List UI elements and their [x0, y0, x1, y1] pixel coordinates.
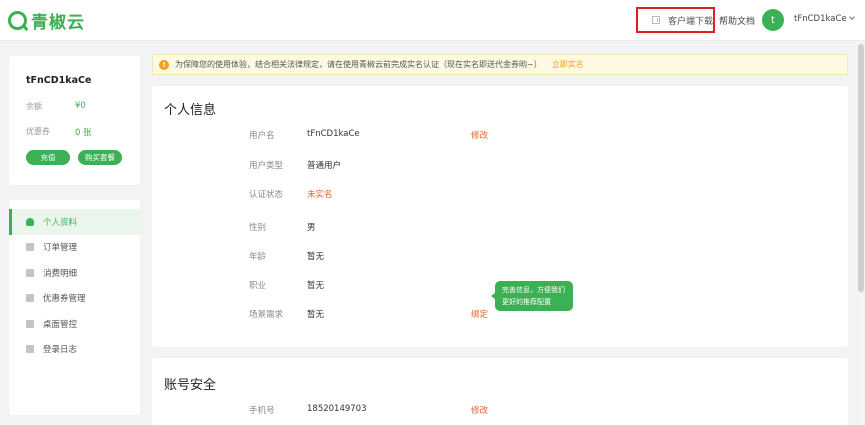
edit-username-link[interactable]: 修改	[471, 129, 488, 141]
card-title: 个人信息	[164, 103, 217, 118]
field-label-occupation: 职业	[249, 281, 267, 291]
field-label-phone: 手机号	[249, 406, 275, 416]
order-icon	[26, 243, 34, 252]
profile-card: tFnCD1kaCe 余额 ¥0 优惠券 0 张 充值 购买套餐	[9, 56, 140, 185]
sidebar-item-label: 消费明细	[43, 268, 78, 279]
bill-icon	[26, 268, 34, 277]
verify-now-link[interactable]: 立即实名	[552, 59, 584, 70]
desktop-icon	[26, 319, 34, 328]
recharge-button[interactable]: 充值	[26, 150, 70, 165]
sidebar-item-label: 优惠券管理	[43, 294, 86, 305]
personal-info-card: 个人信息 用户名 tFnCD1kaCe 修改 用户类型 普通用户 认证状态 未实…	[152, 86, 848, 347]
field-label-gender: 性别	[249, 223, 267, 233]
client-download-label: 客户端下载	[668, 16, 714, 27]
field-value-scenario: 暂无	[307, 310, 325, 320]
scrollbar[interactable]	[857, 41, 865, 425]
user-menu-name: tFnCD1kaCe	[794, 14, 847, 24]
field-label-scenario: 场景需求	[249, 310, 284, 320]
coupon-label: 优惠券	[26, 127, 50, 136]
field-label-username: 用户名	[249, 131, 275, 141]
field-label-user-type: 用户类型	[249, 161, 284, 171]
sidebar-item-desktop-control[interactable]: 桌面管控	[9, 311, 140, 337]
help-docs-link[interactable]: 帮助文档	[719, 14, 755, 27]
balance-label: 余额	[26, 102, 42, 111]
sidebar-item-billing[interactable]: 消费明细	[9, 260, 140, 286]
edit-phone-link[interactable]: 修改	[471, 404, 488, 416]
field-value-age: 暂无	[307, 252, 325, 262]
card-title: 账号安全	[164, 378, 217, 393]
logo[interactable]: 青椒云	[8, 8, 85, 33]
field-label-verify-status: 认证状态	[249, 190, 284, 200]
log-icon	[26, 345, 34, 354]
verification-notice: ! 为保障您的使用体验，结合相关法律规定，请在使用青椒云前完成实名认证（现在实名…	[152, 54, 848, 75]
field-value-username: tFnCD1kaCe	[307, 129, 360, 139]
download-icon	[652, 16, 660, 24]
sidebar-nav: 个人资料 订单管理 消费明细 优惠券管理 桌面管控 登录日志	[9, 200, 140, 415]
balance-value: ¥0	[75, 101, 86, 111]
profile-name: tFnCD1kaCe	[26, 75, 92, 86]
sidebar-item-label: 个人资料	[43, 217, 78, 228]
warning-icon: !	[159, 59, 169, 70]
sidebar-item-label: 桌面管控	[43, 319, 78, 330]
coupon-icon	[26, 294, 34, 303]
user-icon	[26, 217, 34, 226]
account-security-card: 账号安全 手机号 18520149703 修改	[152, 358, 848, 425]
user-menu[interactable]: tFnCD1kaCe	[794, 14, 855, 24]
field-value-user-type: 普通用户	[307, 161, 342, 171]
logo-icon	[8, 11, 27, 30]
sidebar-item-profile[interactable]: 个人资料	[9, 209, 140, 235]
sidebar-item-label: 登录日志	[43, 345, 78, 356]
client-download-button[interactable]: 客户端下载	[636, 7, 715, 33]
chevron-down-icon	[848, 14, 855, 20]
scrollbar-thumb[interactable]	[858, 44, 864, 292]
field-value-phone: 18520149703	[307, 404, 367, 414]
notice-text: 为保障您的使用体验，结合相关法律规定，请在使用青椒云前完成实名认证（现在实名即送…	[175, 60, 542, 69]
field-label-age: 年龄	[249, 252, 267, 262]
field-value-verify-status: 未实名	[307, 190, 333, 200]
sidebar-item-label: 订单管理	[43, 243, 78, 254]
buy-plan-button[interactable]: 购买套餐	[78, 150, 122, 165]
field-value-occupation: 暂无	[307, 281, 325, 291]
top-bar: 青椒云 客户端下载 帮助文档 t tFnCD1kaCe	[0, 0, 865, 41]
field-value-gender: 男	[307, 223, 316, 233]
logo-text: 青椒云	[31, 13, 85, 33]
sidebar-item-orders[interactable]: 订单管理	[9, 235, 140, 261]
complete-info-tooltip: 完善信息，方便我们更好的推荐配置	[491, 281, 573, 311]
coupon-value: 0 张	[75, 128, 92, 138]
bind-scenario-link[interactable]: 绑定	[471, 308, 488, 320]
sidebar-item-coupons[interactable]: 优惠券管理	[9, 286, 140, 312]
avatar[interactable]: t	[762, 9, 784, 31]
sidebar-item-login-log[interactable]: 登录日志	[9, 337, 140, 363]
